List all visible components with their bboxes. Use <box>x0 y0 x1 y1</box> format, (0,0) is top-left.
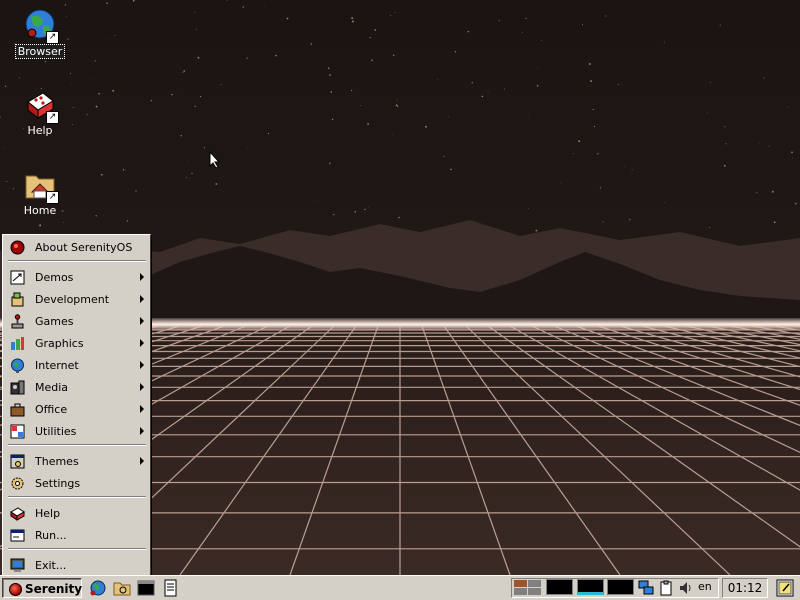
desktop-switcher-icon[interactable] <box>514 580 542 596</box>
terminal-icon[interactable] <box>137 579 155 597</box>
menu-item-label: Media <box>35 381 69 394</box>
clock[interactable]: 01:12 <box>722 578 768 598</box>
shortcut-arrow-icon: ↗ <box>46 111 59 124</box>
menu-separator <box>8 496 146 498</box>
submenu-arrow-icon <box>140 405 144 413</box>
file-manager-icon[interactable] <box>113 579 131 597</box>
menu-item-office[interactable]: Office <box>6 399 148 419</box>
submenu-arrow-icon <box>140 361 144 369</box>
demos-icon <box>10 270 25 285</box>
taskbar: Serenity en 01:12 <box>0 575 800 600</box>
desktop-icon-label: Help <box>27 124 53 137</box>
desktop-icon-label: Browser <box>14 44 66 59</box>
menu-item-themes[interactable]: Themes <box>6 451 148 471</box>
menu-item-run[interactable]: Run... <box>6 525 148 545</box>
menu-item-label: Games <box>35 315 74 328</box>
shortcut-arrow-icon: ↗ <box>46 191 59 204</box>
menu-item-label: Utilities <box>35 425 77 438</box>
volume-icon[interactable] <box>678 580 694 596</box>
briefcase-icon <box>10 403 25 417</box>
submenu-arrow-icon <box>140 457 144 465</box>
menu-item-label: Settings <box>35 477 81 490</box>
submenu-arrow-icon <box>140 339 144 347</box>
menu-item-label: Development <box>35 293 110 306</box>
development-icon <box>11 292 24 307</box>
network-graph <box>607 579 634 595</box>
menu-item-label: About SerenityOS <box>35 241 133 254</box>
menu-item-media[interactable]: Media <box>6 377 148 397</box>
submenu-arrow-icon <box>140 273 144 281</box>
menu-item-utilities[interactable]: Utilities <box>6 421 148 441</box>
menu-item-development[interactable]: Development <box>6 289 148 309</box>
serenity-logo-icon <box>9 583 22 596</box>
themes-icon <box>10 454 25 469</box>
menu-item-label: Graphics <box>35 337 84 350</box>
exit-icon <box>10 558 25 572</box>
media-icon <box>10 380 25 395</box>
start-button-label: Serenity <box>25 582 83 596</box>
network-icon[interactable] <box>638 580 654 596</box>
menu-item-label: Exit... <box>35 559 67 572</box>
menu-item-label: Run... <box>35 529 67 542</box>
menu-item-graphics[interactable]: Graphics <box>6 333 148 353</box>
clipboard-icon[interactable] <box>658 580 674 596</box>
desktop-icon-label: Home <box>23 204 57 217</box>
text-editor-icon[interactable] <box>161 579 179 597</box>
mouse-cursor-icon <box>209 151 221 169</box>
menu-separator <box>8 260 146 262</box>
submenu-arrow-icon <box>140 295 144 303</box>
menu-item-demos[interactable]: Demos <box>6 267 148 287</box>
desktop-icon-browser[interactable]: ↗ Browser <box>5 8 75 59</box>
menu-item-settings[interactable]: Settings <box>6 473 148 493</box>
menu-item-label: Office <box>35 403 68 416</box>
menu-separator <box>8 444 146 446</box>
help-book-icon <box>10 507 25 521</box>
desktop-icon-home[interactable]: ↗ Home <box>5 168 75 217</box>
start-menu: About SerenityOS Demos Development Games… <box>2 234 151 577</box>
menu-item-internet[interactable]: Internet <box>6 355 148 375</box>
browser-icon[interactable] <box>89 579 107 597</box>
menu-item-about[interactable]: About SerenityOS <box>6 237 148 257</box>
cpu-graph <box>546 579 573 595</box>
home-folder-icon: ↗ <box>23 168 59 204</box>
menu-item-label: Demos <box>35 271 74 284</box>
utilities-icon <box>10 424 25 439</box>
joystick-icon <box>11 314 24 329</box>
globe-icon <box>11 358 24 373</box>
submenu-arrow-icon <box>140 317 144 325</box>
menu-separator <box>8 548 146 550</box>
start-button[interactable]: Serenity <box>2 578 82 598</box>
globe-icon: ↗ <box>23 8 59 44</box>
serenity-logo-icon <box>10 240 25 255</box>
notes-icon[interactable] <box>776 579 794 597</box>
memory-graph <box>577 579 604 595</box>
submenu-arrow-icon <box>140 427 144 435</box>
menu-item-label: Themes <box>35 455 79 468</box>
menu-item-exit[interactable]: Exit... <box>6 555 148 575</box>
menu-item-games[interactable]: Games <box>6 311 148 331</box>
shortcut-arrow-icon: ↗ <box>46 31 59 44</box>
desktop-icon-help[interactable]: ↗ Help <box>5 88 75 137</box>
menu-item-label: Internet <box>35 359 79 372</box>
help-book-icon: ↗ <box>23 88 59 124</box>
graphics-icon <box>11 337 24 350</box>
menu-item-help[interactable]: Help <box>6 503 148 523</box>
submenu-arrow-icon <box>140 383 144 391</box>
menu-item-label: Help <box>35 507 61 520</box>
run-icon <box>10 529 25 542</box>
keyboard-layout-indicator[interactable]: en <box>698 580 712 593</box>
gear-icon <box>11 477 24 490</box>
